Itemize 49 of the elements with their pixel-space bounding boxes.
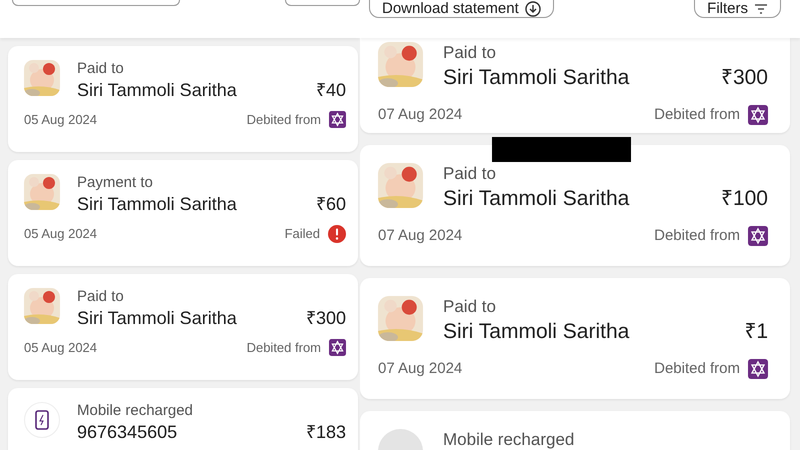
- transaction-date: 05 Aug 2024: [24, 339, 98, 357]
- transaction-card[interactable]: Paid to Siri Tammoli Saritha ₹300 07 Aug 2024 Debited from: [360, 38, 790, 133]
- amount: ₹300: [306, 307, 346, 330]
- transaction-card[interactable]: Paid to Siri Tammoli Saritha ₹100 07 Aug 2024 Debited from: [360, 145, 790, 266]
- phone-icon: [35, 410, 49, 430]
- amount: ₹40: [316, 79, 346, 102]
- transaction-label: Payment to: [77, 174, 154, 192]
- transaction-card[interactable]: Mobile recharged 9676345605 ₹183: [8, 388, 358, 450]
- transaction-card[interactable]: Paid to Siri Tammoli Saritha ₹40 05 Aug 2024 Debited from: [8, 46, 358, 152]
- transaction-date: 07 Aug 2024: [378, 105, 462, 125]
- payee-name: Siri Tammoli Saritha: [443, 186, 630, 212]
- amount: ₹100: [720, 186, 768, 212]
- debit-status: Debited from: [246, 339, 321, 357]
- filter-icon: [754, 2, 768, 14]
- download-button[interactable]: Download statement: [369, 0, 554, 18]
- debit-status: Debited from: [654, 359, 740, 379]
- transaction-date: 07 Aug 2024: [378, 359, 462, 379]
- payee-name: Siri Tammoli Saritha: [77, 79, 237, 102]
- transaction-card[interactable]: Payment to Siri Tammoli Saritha ₹60 05 Aug 2024 Failed: [8, 160, 358, 266]
- transaction-label: Mobile recharged: [443, 429, 576, 450]
- filters-button[interactable]: Filters: [694, 0, 781, 18]
- payee-name: Siri Tammoli Saritha: [443, 65, 630, 91]
- download-icon: [524, 0, 541, 16]
- transaction-label: Paid to: [77, 60, 125, 78]
- amount: ₹300: [720, 65, 768, 91]
- cropped-button[interactable]: [285, 0, 360, 6]
- payee-name: Siri Tammoli Saritha: [77, 307, 237, 330]
- transaction-card[interactable]: Paid to Siri Tammoli Saritha ₹1 07 Aug 2024 Debited from: [360, 278, 790, 399]
- amount: ₹183: [306, 421, 346, 444]
- transaction-label: Mobile recharged: [77, 402, 194, 420]
- transaction-card[interactable]: Mobile recharged: [360, 411, 790, 450]
- failed-status: Failed: [284, 225, 320, 243]
- transaction-label: Paid to: [77, 288, 125, 306]
- transaction-label: Paid to: [443, 296, 497, 318]
- transaction-date: 07 Aug 2024: [378, 226, 462, 246]
- payee-name: Siri Tammoli Saritha: [443, 319, 630, 345]
- transaction-label: Paid to: [443, 163, 497, 185]
- debit-status: Debited from: [654, 226, 740, 246]
- transaction-card[interactable]: Paid to Siri Tammoli Saritha ₹300 05 Aug 2024 Debited from: [8, 274, 358, 380]
- transaction-label: Paid to: [443, 42, 497, 64]
- payee-name: 9676345605: [77, 421, 178, 444]
- payee-name: Siri Tammoli Saritha: [77, 193, 237, 216]
- debit-status: Debited from: [246, 111, 321, 129]
- debit-status: Debited from: [654, 105, 740, 125]
- transaction-date: 05 Aug 2024: [24, 111, 98, 129]
- transaction-date: 05 Aug 2024: [24, 225, 98, 243]
- amount: ₹60: [316, 193, 346, 216]
- cropped-button[interactable]: [12, 0, 180, 6]
- amount: ₹1: [744, 319, 768, 345]
